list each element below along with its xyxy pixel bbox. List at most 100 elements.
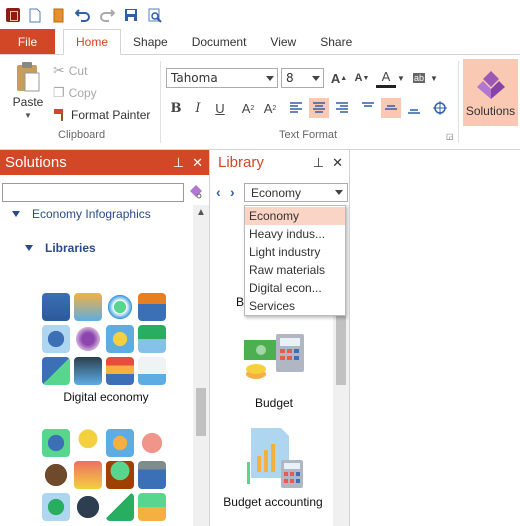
search-document-icon [106, 325, 134, 353]
paste-button[interactable]: Paste ▼ [10, 61, 46, 131]
tab-view[interactable]: View [258, 29, 308, 54]
dropdown-option-services[interactable]: Services [245, 297, 345, 315]
align-left-icon[interactable] [286, 98, 306, 118]
scrollbar-thumb[interactable] [196, 388, 206, 436]
quick-access-toolbar [0, 0, 520, 30]
tab-file[interactable]: File [0, 29, 55, 54]
lock-shield-icon [42, 493, 70, 521]
text-format-group-label: Text Format [279, 129, 338, 141]
cut-button[interactable]: ✂ Cut [53, 62, 87, 79]
pin-icon[interactable]: ⊥ [173, 155, 184, 171]
video-player-icon [42, 293, 70, 321]
forward-arrow-icon[interactable]: › [230, 184, 235, 200]
rocket-icon [74, 461, 102, 489]
font-color-icon[interactable]: A [376, 68, 396, 88]
dropdown-option-economy[interactable]: Economy [245, 207, 345, 225]
paste-dropdown-icon: ▼ [24, 111, 32, 120]
close-icon[interactable]: ✕ [192, 155, 203, 171]
library-item-budget-accounting: Budget accounting [223, 495, 323, 509]
dropdown-option-digital-economy[interactable]: Digital econ... [245, 279, 345, 297]
align-bottom-icon[interactable] [404, 98, 424, 118]
solutions-scrollbar[interactable]: ▲ [193, 205, 209, 526]
scissors-icon: ✂ [53, 62, 65, 78]
bear-market-icon [42, 461, 70, 489]
library-panel-header: Library ⊥ ✕ [213, 150, 349, 175]
wifi-house-icon [138, 325, 166, 353]
copy-icon: ❐ [53, 85, 65, 100]
paste-label: Paste [12, 95, 44, 109]
library-item-budget: Budget [254, 396, 294, 410]
dialog-launcher-icon[interactable]: ◲ [446, 132, 454, 141]
tab-share[interactable]: Share [308, 29, 364, 54]
shrink-font-icon[interactable]: A ▼ [352, 68, 372, 88]
pin-icon[interactable]: ⊥ [313, 155, 324, 171]
mountain-chart-icon [106, 493, 134, 521]
font-color-dropdown-icon[interactable]: ▼ [396, 68, 406, 88]
piggy-bank-icon [138, 429, 166, 457]
scrollbar-thumb[interactable] [336, 315, 346, 385]
open-document-icon[interactable] [50, 6, 68, 24]
print-preview-icon[interactable] [146, 6, 164, 24]
align-right-icon[interactable] [332, 98, 352, 118]
save-icon[interactable] [122, 6, 140, 24]
back-arrow-icon[interactable]: ‹ [216, 184, 221, 200]
underline-icon[interactable]: U [210, 98, 230, 118]
close-icon[interactable]: ✕ [332, 155, 343, 171]
undo-icon[interactable] [74, 6, 92, 24]
text-direction-icon[interactable] [430, 98, 450, 118]
search-solutions-icon[interactable] [188, 184, 204, 203]
grow-font-icon[interactable]: A ▲ [329, 68, 349, 88]
tab-shape[interactable]: Shape [121, 29, 180, 54]
smart-home-icon [42, 357, 70, 385]
scroll-up-icon[interactable]: ▲ [196, 207, 206, 218]
highlight-dropdown-icon[interactable]: ▼ [429, 68, 439, 88]
solutions-panel-header: Solutions ⊥ ✕ [0, 150, 209, 175]
align-top-icon[interactable] [358, 98, 378, 118]
clipboard-icon [17, 62, 40, 92]
drawing-canvas[interactable] [351, 150, 520, 526]
library-preview-economy[interactable] [42, 429, 166, 521]
dropdown-option-raw-materials[interactable]: Raw materials [245, 261, 345, 279]
tree-item-economy-infographics[interactable]: Economy Infographics [12, 207, 151, 221]
italic-icon[interactable]: I [188, 98, 208, 118]
tree-item-libraries[interactable]: Libraries [25, 241, 96, 255]
bull-market-icon [74, 493, 102, 521]
new-document-icon[interactable] [26, 6, 44, 24]
chevron-down-icon [266, 76, 274, 81]
solutions-panel: Solutions ⊥ ✕ Economy Infographics Libra… [0, 150, 210, 526]
tab-home[interactable]: Home [63, 29, 122, 55]
solutions-button-label: Solutions [465, 104, 516, 118]
bold-icon[interactable]: B [166, 98, 186, 118]
tab-document[interactable]: Document [180, 29, 259, 54]
align-center-icon[interactable] [309, 98, 329, 118]
people-network-icon [106, 293, 134, 321]
location-pin-icon [42, 325, 70, 353]
align-middle-icon[interactable] [381, 98, 401, 118]
solutions-ribbon-button[interactable]: Solutions [463, 59, 518, 126]
library-dropdown-list: Economy Heavy indus... Light industry Ra… [244, 205, 346, 316]
ribbon-separator [160, 61, 161, 143]
dropdown-option-light-industry[interactable]: Light industry [245, 243, 345, 261]
library-preview-digital-economy[interactable] [42, 293, 166, 385]
format-painter-button[interactable]: Format Painter [53, 108, 150, 122]
library-title-digital-economy: Digital economy [63, 390, 149, 404]
text-highlight-icon[interactable]: ab [409, 68, 429, 88]
subscript-icon[interactable]: A2 [260, 98, 280, 118]
copy-button[interactable]: ❐ Copy [53, 85, 97, 101]
dropdown-option-heavy-industry[interactable]: Heavy indus... [245, 225, 345, 243]
budget-accounting-icon[interactable] [247, 426, 307, 490]
media-monitor-icon [138, 293, 166, 321]
budget-icon[interactable] [242, 334, 306, 386]
superscript-icon[interactable]: A2 [238, 98, 258, 118]
solutions-search-input[interactable] [2, 183, 184, 202]
font-family-combo[interactable]: Tahoma [166, 68, 278, 88]
redo-icon[interactable] [98, 6, 116, 24]
format-painter-label: Format Painter [71, 108, 151, 122]
mobile-email-icon [74, 357, 102, 385]
expanded-triangle-icon [12, 211, 20, 217]
app-logo-icon[interactable] [6, 8, 20, 22]
chevron-down-icon [335, 190, 343, 195]
network-icon [74, 325, 102, 353]
library-select[interactable]: Economy [244, 183, 348, 202]
font-size-combo[interactable]: 8 [281, 68, 324, 88]
